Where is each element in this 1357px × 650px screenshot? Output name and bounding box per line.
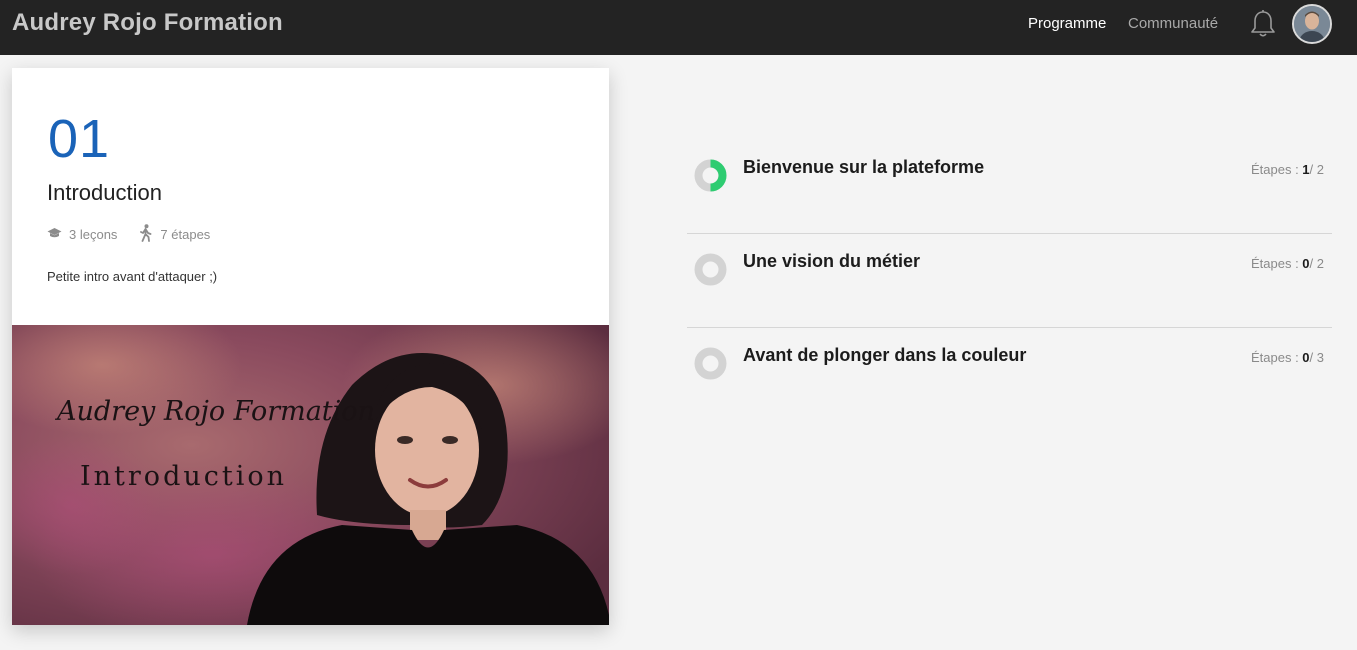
lessons-label: 3 leçons: [69, 227, 118, 242]
module-title: Introduction: [47, 180, 162, 205]
thumbnail-script-title: Audrey Rojo Formation: [54, 396, 375, 427]
progress-ring-icon: [694, 159, 727, 192]
user-avatar[interactable]: [1292, 4, 1332, 44]
thumbnail-caption: Introduction: [80, 461, 287, 492]
progress-arc: [710, 159, 727, 192]
lesson-steps: Étapes : 1/ 2: [1250, 162, 1324, 177]
progress-ring-icon: [694, 347, 727, 380]
brand-logo-text[interactable]: Audrey Rojo Formation: [12, 9, 283, 37]
lesson-item[interactable]: Avant de plonger dans la couleur Étapes …: [687, 328, 1332, 422]
lessons-count: 3 leçons: [47, 227, 117, 242]
module-meta: 3 leçons 7 étapes: [47, 224, 232, 245]
module-number: 01: [48, 109, 111, 169]
module-video-thumbnail[interactable]: Audrey Rojo Formation Introduction: [12, 325, 609, 625]
lesson-title: Bienvenue sur la plateforme: [743, 157, 985, 177]
top-navigation-bar: Audrey Rojo Formation Programme Communau…: [0, 0, 1357, 55]
module-card[interactable]: 01 Introduction 3 leçons 7 étapes Petite…: [12, 68, 609, 625]
steps-label: 7 étapes: [160, 227, 211, 242]
progress-ring-icon: [694, 253, 727, 286]
lesson-steps: Étapes : 0/ 2: [1250, 256, 1324, 271]
nav-programme[interactable]: Programme: [1028, 15, 1106, 32]
bell-icon[interactable]: [1249, 9, 1277, 39]
nav-communaute[interactable]: Communauté: [1128, 15, 1218, 32]
lesson-title: Une vision du métier: [743, 251, 921, 271]
lessons-list: Bienvenue sur la plateforme Étapes : 1/ …: [687, 140, 1332, 422]
lesson-steps: Étapes : 0/ 3: [1250, 350, 1324, 365]
module-description: Petite intro avant d'attaquer ;): [47, 269, 218, 284]
walking-person-icon: [139, 224, 160, 245]
lesson-item[interactable]: Une vision du métier Étapes : 0/ 2: [687, 234, 1332, 328]
steps-count: 7 étapes: [139, 224, 210, 245]
graduation-cap-icon: [47, 227, 69, 242]
lesson-item[interactable]: Bienvenue sur la plateforme Étapes : 1/ …: [687, 140, 1332, 234]
lesson-title: Avant de plonger dans la couleur: [743, 345, 1027, 365]
